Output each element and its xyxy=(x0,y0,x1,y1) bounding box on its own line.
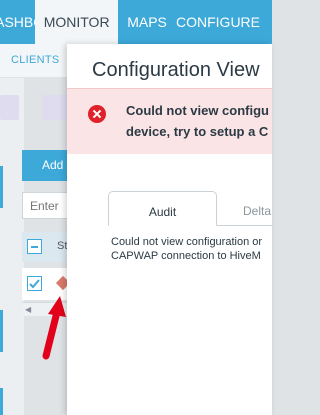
error-message-line2: device, try to setup a C xyxy=(126,124,269,139)
sidebar-marker xyxy=(0,310,3,352)
tab-clients[interactable]: CLIENTS xyxy=(11,54,60,66)
top-nav: DASHBOARD MONITOR MAPS CONFIGURE xyxy=(0,0,272,44)
modal-title: Configuration View xyxy=(92,59,260,81)
column-header-status[interactable]: St xyxy=(57,240,67,252)
configuration-view-panel: Configuration View Could not view config… xyxy=(67,44,272,415)
add-button[interactable]: Add xyxy=(22,150,68,181)
scroll-left-icon[interactable]: ◀ xyxy=(25,305,31,314)
select-all-checkbox[interactable] xyxy=(27,239,42,254)
nav-dashboard[interactable]: DASHBOARD xyxy=(0,0,35,44)
sidebar-marker xyxy=(0,166,3,208)
nav-maps[interactable]: MAPS xyxy=(118,0,176,44)
error-banner: Could not view configu device, try to se… xyxy=(67,88,272,154)
description-line1: Could not view configuration or xyxy=(111,236,263,248)
filter-chip[interactable] xyxy=(42,95,67,120)
error-icon xyxy=(88,105,106,123)
description-line2: CAPWAP connection to HiveM xyxy=(111,250,261,262)
sidebar-marker xyxy=(0,388,3,415)
filter-chip[interactable] xyxy=(0,95,19,120)
view-tabs: Audit Delta xyxy=(67,191,272,226)
nav-monitor[interactable]: MONITOR xyxy=(35,0,119,44)
tab-delta[interactable]: Delta xyxy=(227,191,272,226)
table-header: St xyxy=(22,232,68,262)
error-message-line1: Could not view configu xyxy=(126,103,269,118)
nav-configure[interactable]: CONFIGURE xyxy=(176,0,272,44)
tab-audit[interactable]: Audit xyxy=(108,191,217,226)
checkmark-icon xyxy=(29,279,40,289)
row-checkbox[interactable] xyxy=(27,276,42,291)
search-input[interactable] xyxy=(22,192,68,219)
left-sidebar xyxy=(0,78,24,415)
